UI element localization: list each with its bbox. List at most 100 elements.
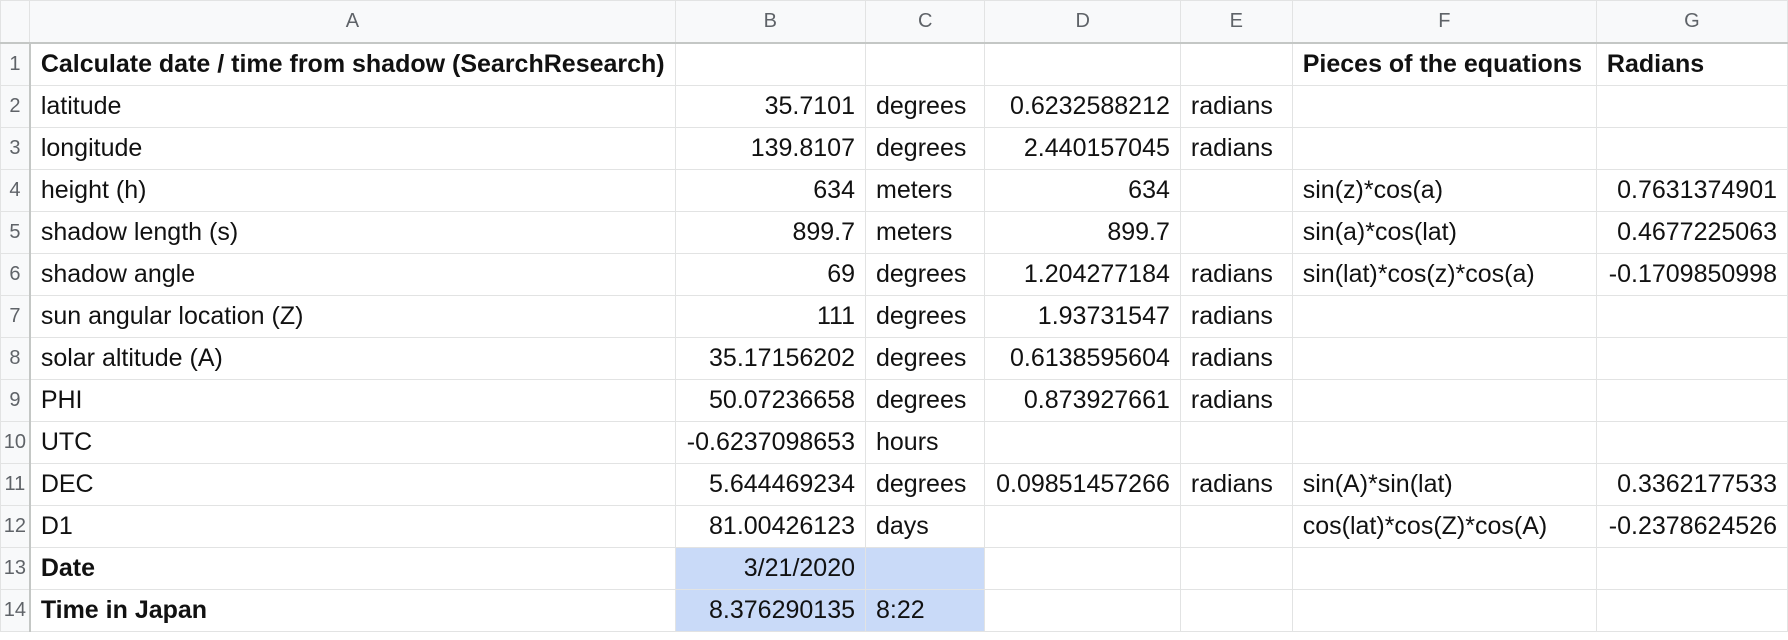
row-header[interactable]: 11: [0, 463, 31, 506]
cell-c1[interactable]: [864, 42, 986, 86]
cell-b3[interactable]: 139.8107: [674, 127, 867, 170]
column-header-e[interactable]: E: [1179, 0, 1293, 44]
cell-f8[interactable]: [1291, 337, 1597, 380]
cell-a11[interactable]: DEC: [29, 463, 676, 506]
cell-g2[interactable]: [1595, 85, 1788, 128]
cell-a6[interactable]: shadow angle: [29, 253, 676, 296]
cell-a14[interactable]: Time in Japan: [29, 589, 676, 632]
cell-f10[interactable]: [1291, 421, 1597, 464]
column-header-g[interactable]: G: [1595, 0, 1788, 44]
cell-e6[interactable]: radians: [1179, 253, 1293, 296]
row-header[interactable]: 14: [0, 589, 31, 632]
cell-g6[interactable]: -0.1709850998: [1595, 253, 1788, 296]
cell-b13-selected[interactable]: 3/21/2020: [674, 547, 867, 590]
cell-a8[interactable]: solar altitude (A): [29, 337, 676, 380]
cell-e2[interactable]: radians: [1179, 85, 1293, 128]
cell-e8[interactable]: radians: [1179, 337, 1293, 380]
cell-g13[interactable]: [1595, 547, 1788, 590]
column-header-f[interactable]: F: [1291, 0, 1597, 44]
row-header[interactable]: 13: [0, 547, 31, 590]
column-header-a[interactable]: A: [29, 0, 676, 44]
cell-e7[interactable]: radians: [1179, 295, 1293, 338]
cell-d14[interactable]: [984, 589, 1181, 632]
cell-f11[interactable]: sin(A)*sin(lat): [1291, 463, 1597, 506]
cell-d11[interactable]: 0.09851457266: [984, 463, 1181, 506]
cell-b6[interactable]: 69: [674, 253, 867, 296]
cell-d1[interactable]: [984, 42, 1181, 86]
cell-d9[interactable]: 0.873927661: [984, 379, 1181, 422]
cell-c5[interactable]: meters: [864, 211, 986, 254]
cell-g3[interactable]: [1595, 127, 1788, 170]
cell-d6[interactable]: 1.204277184: [984, 253, 1181, 296]
row-header[interactable]: 5: [0, 211, 31, 254]
cell-b5[interactable]: 899.7: [674, 211, 867, 254]
cell-g14[interactable]: [1595, 589, 1788, 632]
cell-g11[interactable]: 0.3362177533: [1595, 463, 1788, 506]
row-header[interactable]: 7: [0, 295, 31, 338]
cell-c13-selected[interactable]: [864, 547, 986, 590]
cell-f12[interactable]: cos(lat)*cos(Z)*cos(A): [1291, 505, 1597, 548]
cell-f9[interactable]: [1291, 379, 1597, 422]
cell-f4[interactable]: sin(z)*cos(a): [1291, 169, 1597, 212]
cell-c6[interactable]: degrees: [864, 253, 986, 296]
cell-b14-selected[interactable]: 8.376290135: [674, 589, 867, 632]
cell-c11[interactable]: degrees: [864, 463, 986, 506]
cell-e10[interactable]: [1179, 421, 1293, 464]
column-header-b[interactable]: B: [674, 0, 867, 44]
cell-a1[interactable]: Calculate date / time from shadow (Searc…: [29, 42, 676, 86]
cell-f5[interactable]: sin(a)*cos(lat): [1291, 211, 1597, 254]
cell-a7[interactable]: sun angular location (Z): [29, 295, 676, 338]
cell-d4[interactable]: 634: [984, 169, 1181, 212]
cell-c9[interactable]: degrees: [864, 379, 986, 422]
cell-c7[interactable]: degrees: [864, 295, 986, 338]
cell-f2[interactable]: [1291, 85, 1597, 128]
cell-e1[interactable]: [1179, 42, 1293, 86]
row-header[interactable]: 4: [0, 169, 31, 212]
row-header[interactable]: 2: [0, 85, 31, 128]
cell-c12[interactable]: days: [864, 505, 986, 548]
cell-g7[interactable]: [1595, 295, 1788, 338]
cell-d13[interactable]: [984, 547, 1181, 590]
cell-d12[interactable]: [984, 505, 1181, 548]
cell-c4[interactable]: meters: [864, 169, 986, 212]
cell-g8[interactable]: [1595, 337, 1788, 380]
cell-e11[interactable]: radians: [1179, 463, 1293, 506]
cell-f13[interactable]: [1291, 547, 1597, 590]
cell-e12[interactable]: [1179, 505, 1293, 548]
cell-g4[interactable]: 0.7631374901: [1595, 169, 1788, 212]
cell-c14-selected[interactable]: 8:22: [864, 589, 986, 632]
cell-e9[interactable]: radians: [1179, 379, 1293, 422]
column-header-c[interactable]: C: [864, 0, 986, 44]
row-header[interactable]: 12: [0, 505, 31, 548]
cell-g9[interactable]: [1595, 379, 1788, 422]
cell-c8[interactable]: degrees: [864, 337, 986, 380]
cell-c2[interactable]: degrees: [864, 85, 986, 128]
cell-b8[interactable]: 35.17156202: [674, 337, 867, 380]
cell-a9[interactable]: PHI: [29, 379, 676, 422]
cell-d5[interactable]: 899.7: [984, 211, 1181, 254]
cell-f6[interactable]: sin(lat)*cos(z)*cos(a): [1291, 253, 1597, 296]
cell-d7[interactable]: 1.93731547: [984, 295, 1181, 338]
cell-a5[interactable]: shadow length (s): [29, 211, 676, 254]
select-all-corner[interactable]: [0, 0, 31, 44]
cell-a10[interactable]: UTC: [29, 421, 676, 464]
cell-e13[interactable]: [1179, 547, 1293, 590]
cell-d3[interactable]: 2.440157045: [984, 127, 1181, 170]
cell-a12[interactable]: D1: [29, 505, 676, 548]
row-header[interactable]: 10: [0, 421, 31, 464]
column-header-d[interactable]: D: [984, 0, 1181, 44]
cell-a2[interactable]: latitude: [29, 85, 676, 128]
cell-g1[interactable]: Radians: [1595, 42, 1788, 86]
row-header[interactable]: 3: [0, 127, 31, 170]
cell-g10[interactable]: [1595, 421, 1788, 464]
cell-b9[interactable]: 50.07236658: [674, 379, 867, 422]
cell-e4[interactable]: [1179, 169, 1293, 212]
cell-a4[interactable]: height (h): [29, 169, 676, 212]
row-header[interactable]: 8: [0, 337, 31, 380]
row-header[interactable]: 9: [0, 379, 31, 422]
cell-f3[interactable]: [1291, 127, 1597, 170]
cell-b12[interactable]: 81.00426123: [674, 505, 867, 548]
cell-a3[interactable]: longitude: [29, 127, 676, 170]
cell-d2[interactable]: 0.6232588212: [984, 85, 1181, 128]
cell-c3[interactable]: degrees: [864, 127, 986, 170]
